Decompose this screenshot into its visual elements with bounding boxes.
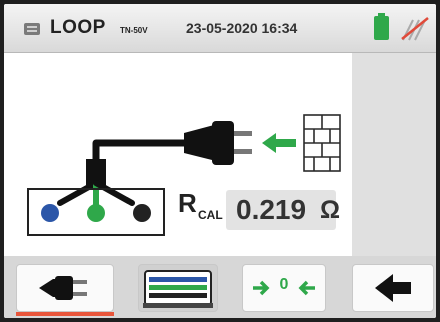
- zero-label: 0: [279, 276, 289, 293]
- status-bar: LOOP TN-50V 23-05-2020 16:34: [4, 4, 436, 53]
- probe-blue: [41, 204, 59, 222]
- back-button[interactable]: [352, 264, 434, 312]
- measurement-label: R: [178, 188, 197, 218]
- battery-icon: [374, 13, 389, 40]
- instrument-screen: LOOP TN-50V 23-05-2020 16:34 R CAL 0.219…: [4, 4, 436, 318]
- remote-disabled-icon: [401, 17, 429, 41]
- plug-icon: [39, 276, 87, 300]
- page-title: LOOP: [50, 17, 106, 38]
- probe-black: [133, 204, 151, 222]
- measurement-unit: Ω: [320, 196, 341, 224]
- menu-icon[interactable]: [24, 23, 40, 35]
- cable-icon: [143, 270, 213, 308]
- plug-mode-button[interactable]: [16, 264, 114, 312]
- cable-mode-button[interactable]: [138, 264, 218, 312]
- probe-green: [87, 204, 105, 222]
- zero-calibration-button[interactable]: 0: [242, 264, 326, 312]
- measurement-label-subscript: CAL: [198, 208, 223, 222]
- arrow-left-icon: [375, 274, 411, 302]
- page-title-subscript: TN-50V: [120, 26, 148, 35]
- date-time: 23-05-2020 16:34: [186, 20, 298, 36]
- selected-indicator: [16, 312, 114, 316]
- measurement-value: 0.219: [236, 194, 307, 225]
- bottom-toolbar: 0: [4, 256, 436, 318]
- side-panel: [352, 53, 436, 256]
